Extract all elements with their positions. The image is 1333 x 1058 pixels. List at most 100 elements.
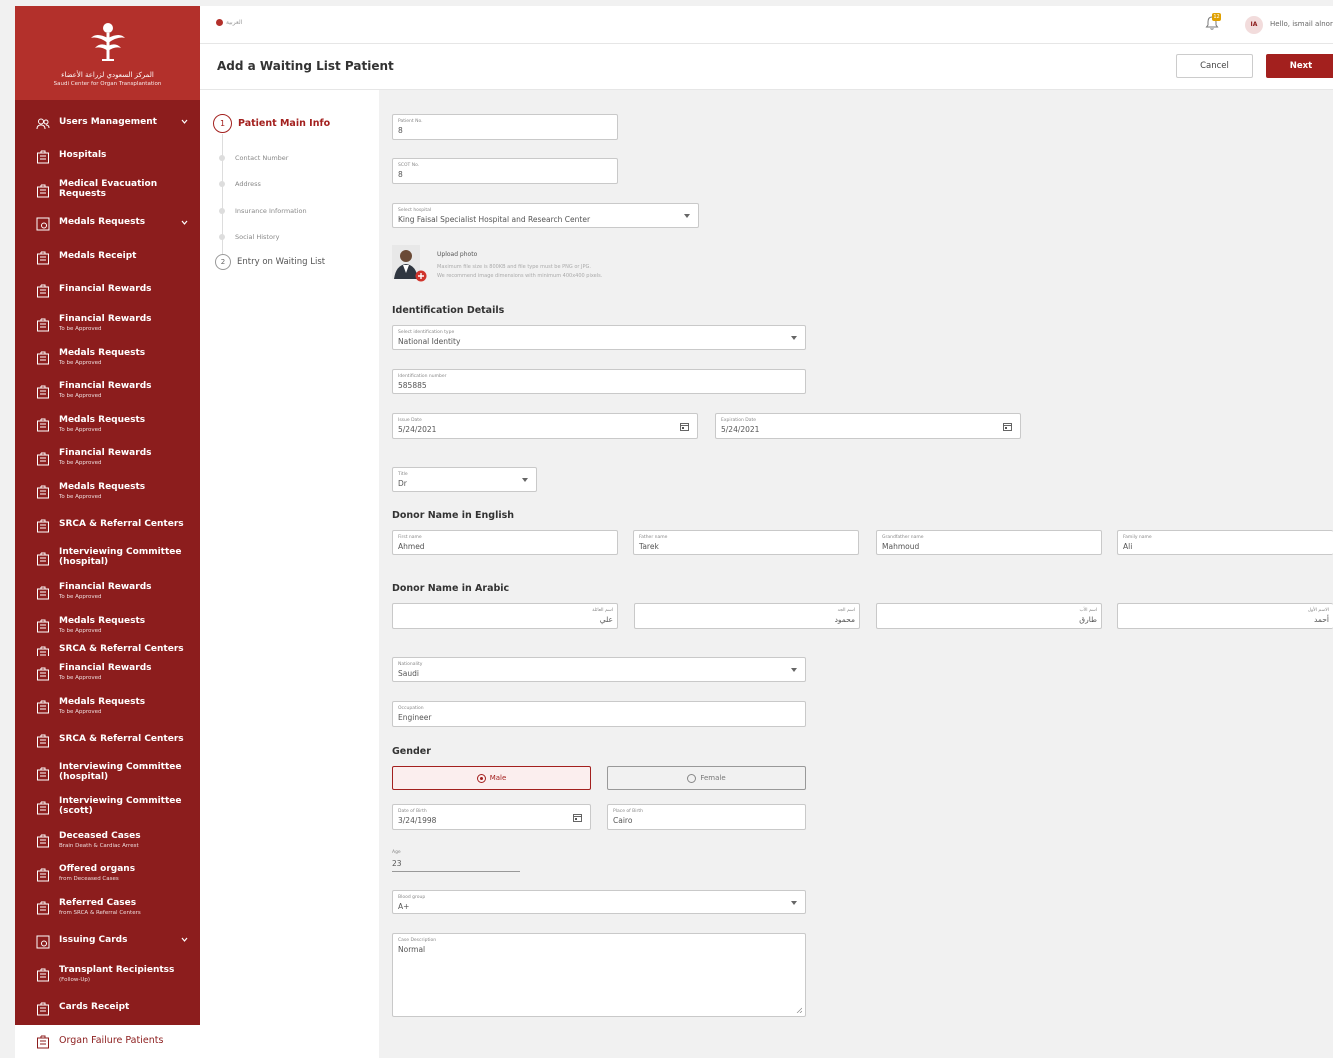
date-of-birth-field[interactable]: Date of Birth 3/24/1998 xyxy=(392,804,591,830)
gender-female-radio[interactable]: Female xyxy=(607,766,806,790)
sidebar-item-organ-failure-patients[interactable]: Organ Failure Patients xyxy=(15,1024,200,1058)
hospital-select[interactable]: Select hospital King Faisal Specialist H… xyxy=(392,203,699,228)
sidebar-item-offered-organs[interactable]: Offered organs from Deceased Cases xyxy=(15,857,200,891)
expiration-date-field[interactable]: Expiration Date 5/24/2021 xyxy=(715,413,1021,439)
upload-photo-button[interactable] xyxy=(392,245,427,283)
sidebar-item-srca-referral-centers[interactable]: SRCA & Referral Centers xyxy=(15,508,200,542)
resize-handle-icon[interactable] xyxy=(796,1007,802,1013)
calendar-icon[interactable] xyxy=(680,422,689,431)
nationality-select[interactable]: Nationality Saudi xyxy=(392,657,806,682)
field-label: Expiration Date xyxy=(721,418,757,423)
sidebar-item-medals-requests[interactable]: Medals Requests xyxy=(15,207,200,241)
sidebar-item-label: Medals Requests xyxy=(59,414,146,425)
chevron-down-icon[interactable] xyxy=(181,936,188,943)
place-of-birth-field[interactable]: Place of Birth Cairo xyxy=(607,804,806,830)
scot-logo-icon xyxy=(90,23,125,61)
sidebar-item-financial-rewards[interactable]: Financial Rewards xyxy=(15,274,200,308)
first-name-ar-field[interactable]: الاسم الأول أحمد xyxy=(1117,603,1333,629)
sidebar-item-medals-receipt[interactable]: Medals Receipt xyxy=(15,240,200,274)
sidebar-item-financial-rewards[interactable]: Financial Rewards To be Approved xyxy=(15,441,200,475)
sidebar-item-text: Medals Requests To be Approved xyxy=(59,697,145,715)
sidebar-item-cards-receipt[interactable]: Cards Receipt xyxy=(15,991,200,1025)
patient-no-field[interactable]: Patient No. 8 xyxy=(392,114,618,140)
issue-date-field[interactable]: Issue Date 5/24/2021 xyxy=(392,413,698,439)
building-icon xyxy=(36,666,50,681)
occupation-field[interactable]: Occupation Engineer xyxy=(392,701,806,727)
sidebar-item-referred-cases[interactable]: Referred Cases from SRCA & Referral Cente… xyxy=(15,891,200,925)
sidebar-item-medals-requests[interactable]: Medals Requests To be Approved xyxy=(15,690,200,724)
sidebar-item-text: Hospitals xyxy=(59,150,107,161)
identification-type-select[interactable]: Select identification type National Iden… xyxy=(392,325,806,350)
gender-male-radio[interactable]: Male xyxy=(392,766,591,790)
building-icon xyxy=(36,183,50,198)
field-label: Issue Date xyxy=(398,418,422,423)
language-switch[interactable]: العربية xyxy=(216,19,242,26)
field-value: 8 xyxy=(398,126,403,135)
sidebar-item-interviewing-committee-scott[interactable]: Interviewing Committee (scott) xyxy=(15,790,200,824)
brand-name-ar: المركز السعودي لزراعة الأعضاء xyxy=(61,71,154,79)
field-value: 23 xyxy=(392,859,402,868)
cancel-button[interactable]: Cancel xyxy=(1176,54,1253,78)
family-name-field[interactable]: Family name Ali xyxy=(1117,530,1333,555)
substep-insurance-information[interactable]: Insurance Information xyxy=(219,207,307,215)
grandfather-name-ar-field[interactable]: اسم الجد محمود xyxy=(634,603,860,629)
sidebar-item-financial-rewards[interactable]: Financial Rewards To be Approved xyxy=(15,307,200,341)
sidebar-item-deceased-cases[interactable]: Deceased Cases Brain Death & Cardiac Arre… xyxy=(15,824,200,858)
substep-address[interactable]: Address xyxy=(219,180,261,188)
sidebar-item-financial-rewards[interactable]: Financial Rewards To be Approved xyxy=(15,656,200,690)
sidebar-item-interviewing-committee-hospital[interactable]: Interviewing Committee (hospital) xyxy=(15,542,200,576)
building-icon xyxy=(36,967,50,982)
age-field: Age 23 xyxy=(392,848,520,872)
chevron-down-icon[interactable] xyxy=(181,219,188,226)
sidebar-item-medals-requests[interactable]: Medals Requests To be Approved xyxy=(15,408,200,442)
sidebar-item-transplant-recipientss[interactable]: Transplant Recipientss (Follow-Up) xyxy=(15,958,200,992)
case-description-textarea[interactable]: Case Description Normal xyxy=(392,933,806,1017)
sidebar-item-sublabel: To be Approved xyxy=(59,708,102,715)
scot-no-field[interactable]: SCOT No. 8 xyxy=(392,158,618,184)
substep-social-history[interactable]: Social History xyxy=(219,233,279,241)
sidebar-item-users-management[interactable]: Users Management xyxy=(15,106,200,140)
avatar[interactable]: IA xyxy=(1245,16,1263,34)
field-label: Family name xyxy=(1123,535,1152,540)
blood-group-select[interactable]: Blood group A+ xyxy=(392,890,806,914)
field-value: 5/24/2021 xyxy=(398,425,437,434)
sidebar-item-label: Offered organs xyxy=(59,864,136,875)
next-button[interactable]: Next xyxy=(1266,54,1333,78)
title-select[interactable]: Title Dr xyxy=(392,467,537,492)
grandfather-name-field[interactable]: Grandfather name Mahmoud xyxy=(876,530,1102,555)
father-name-field[interactable]: Father name Tarek xyxy=(633,530,859,555)
field-label: Age xyxy=(392,850,401,855)
field-label: Select hospital xyxy=(398,208,432,213)
field-label: Place of Birth xyxy=(613,809,643,814)
sidebar-item-financial-rewards[interactable]: Financial Rewards To be Approved xyxy=(15,575,200,609)
upload-hint: We recommend image dimensions with minim… xyxy=(437,273,603,279)
sidebar-item-label: Referred Cases xyxy=(59,897,137,908)
sidebar-item-issuing-cards[interactable]: Issuing Cards xyxy=(15,924,200,958)
sidebar-item-interviewing-committee-hospital[interactable]: Interviewing Committee (hospital) xyxy=(15,757,200,791)
sidebar-item-srca-referral-centers[interactable]: SRCA & Referral Centers xyxy=(15,642,200,656)
substep-contact-number[interactable]: Contact Number xyxy=(219,154,288,162)
identification-number-field[interactable]: Identification number 585885 xyxy=(392,369,806,394)
user-greeting[interactable]: Hello, ismail alnor xyxy=(1270,20,1333,28)
sidebar-item-medals-requests[interactable]: Medals Requests To be Approved xyxy=(15,475,200,509)
sidebar-item-medals-requests[interactable]: Medals Requests To be Approved xyxy=(15,341,200,375)
sidebar-item-financial-rewards[interactable]: Financial Rewards To be Approved xyxy=(15,374,200,408)
calendar-icon[interactable] xyxy=(573,813,582,822)
sidebar-item-label: Hospitals xyxy=(59,150,107,161)
family-name-ar-field[interactable]: اسم العائلة علي xyxy=(392,603,618,629)
sidebar-item-medals-requests[interactable]: Medals Requests To be Approved xyxy=(15,609,200,643)
sidebar-item-label: Deceased Cases xyxy=(59,830,141,841)
field-label: Patient No. xyxy=(398,119,423,124)
step-entry-on-waiting-list[interactable]: 2 Entry on Waiting List xyxy=(215,254,325,270)
father-name-ar-field[interactable]: اسم الأب طارق xyxy=(876,603,1102,629)
step-patient-main-info[interactable]: 1 Patient Main Info xyxy=(213,114,330,133)
first-name-field[interactable]: First name Ahmed xyxy=(392,530,618,555)
sidebar-item-srca-referral-centers[interactable]: SRCA & Referral Centers xyxy=(15,723,200,757)
sidebar-item-label: Medical Evacuation Requests xyxy=(59,178,158,199)
sidebar-item-medical-evacuation-requests[interactable]: Medical Evacuation Requests xyxy=(15,173,200,207)
sidebar-item-text: Medals Requests xyxy=(59,217,145,228)
substep-label: Address xyxy=(235,180,261,188)
chevron-down-icon[interactable] xyxy=(181,118,188,125)
calendar-icon[interactable] xyxy=(1003,422,1012,431)
sidebar-item-hospitals[interactable]: Hospitals xyxy=(15,140,200,174)
